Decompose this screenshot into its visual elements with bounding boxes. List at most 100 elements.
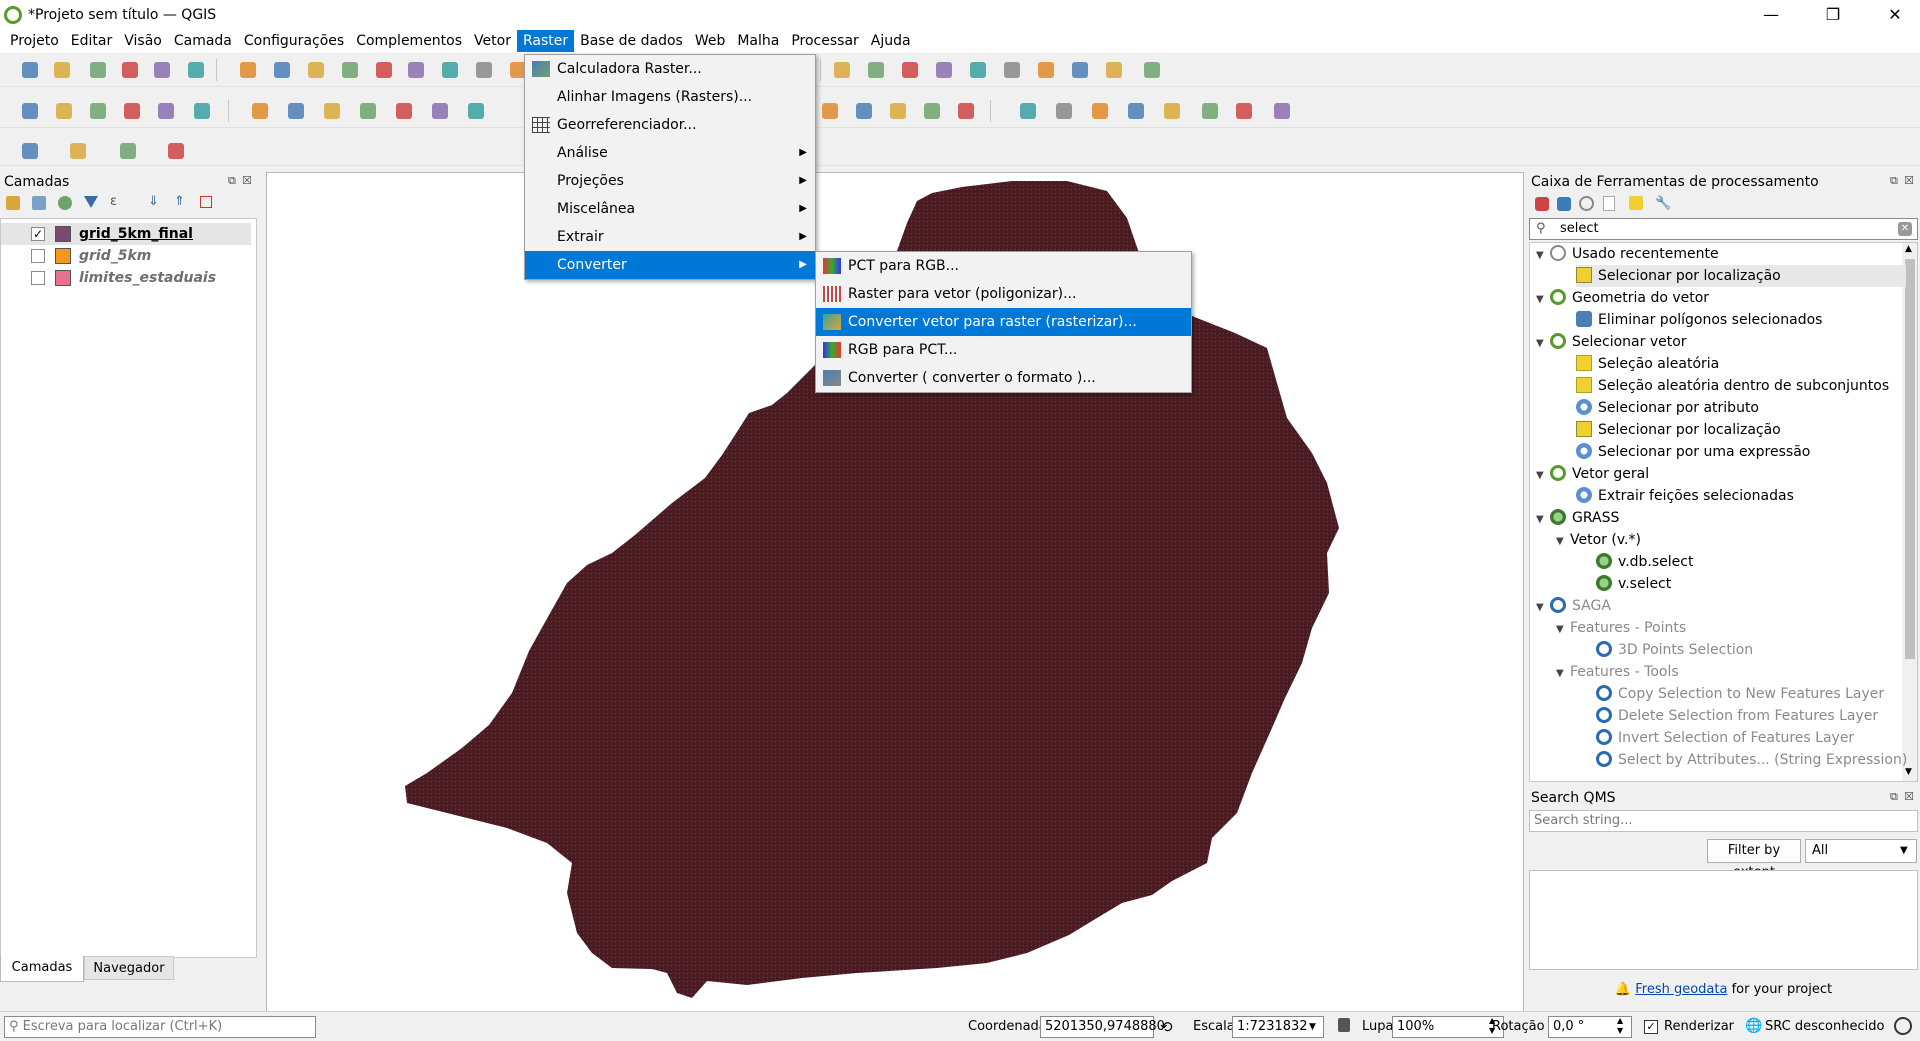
layer-row[interactable]: ✓ grid_5km_final [1, 223, 251, 245]
raster-menu-item-an-lise[interactable]: Análise ▶ [525, 139, 815, 167]
style-manager-button[interactable] [184, 59, 208, 81]
pan-to-selection-button[interactable] [236, 59, 260, 81]
tree-expander-icon[interactable]: ▼ [1536, 597, 1550, 619]
select-features-button[interactable] [18, 140, 42, 162]
menu-projeto[interactable]: Projeto [4, 30, 65, 52]
menu-editar[interactable]: Editar [65, 30, 118, 52]
toolbox-algorithm[interactable]: v.select [1596, 573, 1671, 595]
float-panel-icon[interactable]: ⧉ [228, 174, 236, 188]
raster-menu-item-alinhar-imagens-rasters[interactable]: Alinhar Imagens (Rasters)... [525, 83, 815, 111]
open-project-button[interactable] [50, 59, 74, 81]
menu-complementos[interactable]: Complementos [350, 30, 468, 52]
raster-menu-item-proje-es[interactable]: Projeções ▶ [525, 167, 815, 195]
rotate-label-button[interactable] [920, 100, 944, 122]
filter-by-extent-button[interactable]: Filter by extent [1707, 839, 1801, 880]
add-raster-layer-button[interactable] [52, 100, 76, 122]
qms-search-input[interactable]: Search string... [1529, 810, 1918, 832]
menu-malha[interactable]: Malha [731, 30, 785, 52]
tree-expander-icon[interactable]: ▼ [1536, 333, 1550, 355]
toolbox-scrollbar[interactable]: ▲ ▼ [1902, 243, 1917, 781]
toolbox-group[interactable]: ▼ SAGA [1536, 595, 1611, 617]
print-layout-button[interactable] [118, 59, 142, 81]
toolbox-group[interactable]: ▼ Geometria do vetor [1536, 287, 1709, 309]
copy-features-button[interactable] [464, 100, 488, 122]
show-labels-button[interactable] [852, 100, 876, 122]
style-manager-button[interactable] [1140, 59, 1164, 81]
layout-manager-button[interactable] [1102, 59, 1126, 81]
annotation-button[interactable] [864, 59, 888, 81]
toolbox-group[interactable]: ▼ Vetor geral [1536, 463, 1649, 485]
options-icon[interactable]: 🔧 [1655, 196, 1671, 211]
qms-filter-dropdown[interactable]: All ▼ [1805, 839, 1917, 863]
manage-visibility-icon[interactable] [58, 196, 72, 210]
zoom-full-button[interactable] [338, 59, 362, 81]
toolbox-group[interactable]: ▼ GRASS [1536, 507, 1619, 529]
toolbox-algorithm[interactable]: v.db.select [1596, 551, 1693, 573]
layer-row[interactable]: limites_estaduais [1, 267, 251, 289]
locator-input[interactable]: ⚲ Escreva para localizar (Ctrl+K) [4, 1016, 316, 1038]
toolbox-algorithm[interactable]: ▼ Vetor (v.*) [1556, 529, 1641, 551]
scrollbar-thumb[interactable] [1905, 259, 1915, 659]
open-project-button[interactable] [1000, 59, 1024, 81]
toolbox-algorithm[interactable]: ▼ Features - Tools [1556, 661, 1679, 683]
select-by-value-button[interactable] [66, 140, 90, 162]
layer-row[interactable]: grid_5km [1, 245, 251, 267]
tree-expander-icon[interactable]: ▼ [1536, 465, 1550, 487]
zoom-out-button[interactable] [304, 59, 328, 81]
add-spatialite-button[interactable] [1270, 100, 1294, 122]
new-project-button[interactable] [966, 59, 990, 81]
raster-menu-item-calculadora-raster[interactable]: Calculadora Raster... [525, 55, 815, 83]
move-label-button[interactable] [886, 100, 910, 122]
toolbox-algorithm[interactable]: Extrair feições selecionadas [1576, 485, 1794, 507]
identify-button[interactable] [472, 59, 496, 81]
zoom-in-button[interactable] [270, 59, 294, 81]
add-feature-button[interactable] [320, 100, 344, 122]
close-panel-icon[interactable]: ☒ [1904, 790, 1914, 803]
python-console-button[interactable] [1016, 100, 1040, 122]
converter-menu-item-2[interactable]: Converter vetor para raster (rasterizar)… [816, 308, 1191, 336]
toolbox-algorithm[interactable]: Selecionar por localização [1576, 265, 1906, 287]
menu-camada[interactable]: Camada [168, 30, 238, 52]
raster-menu-item-georreferenciador[interactable]: Georreferenciador... [525, 111, 815, 139]
rotation-field[interactable]: 0,0 ° ▲ ▼ [1548, 1016, 1632, 1038]
layout-manager-button[interactable] [150, 59, 174, 81]
pin-label-button[interactable] [818, 100, 842, 122]
render-checkbox[interactable]: ✓ [1644, 1020, 1658, 1034]
plugin-button[interactable] [1124, 100, 1148, 122]
converter-menu-item-3[interactable]: RGB para PCT... [816, 336, 1191, 364]
converter-menu-item-0[interactable]: PCT para RGB... [816, 252, 1191, 280]
tree-expander-icon[interactable]: ▼ [1536, 509, 1550, 531]
add-group-icon[interactable] [32, 196, 46, 210]
print-layout-button[interactable] [1068, 59, 1092, 81]
expand-all-icon[interactable]: ⇓ [148, 194, 159, 209]
float-panel-icon[interactable]: ⧉ [1890, 790, 1898, 804]
tree-expander-icon[interactable]: ▼ [1536, 245, 1550, 267]
quickmapservices-button[interactable] [954, 100, 978, 122]
zoom-layer-button[interactable] [404, 59, 428, 81]
tab-navegador[interactable]: Navegador [84, 956, 174, 980]
zoom-selection-button[interactable] [372, 59, 396, 81]
history-icon[interactable] [1579, 196, 1594, 211]
magnifier-field[interactable]: 100% ▲ ▼ [1392, 1016, 1504, 1038]
measure-button[interactable] [830, 59, 854, 81]
close-panel-icon[interactable]: ☒ [1904, 174, 1914, 187]
toolbox-algorithm[interactable]: ▼ Features - Points [1556, 617, 1686, 639]
toolbox-algorithm[interactable]: Delete Selection from Features Layer [1596, 705, 1878, 727]
save-project-button[interactable] [86, 59, 110, 81]
expression-filter-icon[interactable]: ε [110, 194, 117, 209]
spin-icon[interactable]: ▲ ▼ [1617, 1016, 1623, 1036]
edit-features-icon[interactable] [1629, 196, 1643, 210]
add-raster-layer-button[interactable] [1198, 100, 1222, 122]
zoom-native-button[interactable] [438, 59, 462, 81]
style-manager-icon[interactable] [6, 196, 20, 210]
close-button[interactable]: ✕ [1872, 0, 1918, 29]
layer-visibility-checkbox[interactable]: ✓ [31, 227, 45, 241]
add-vector-layer-button[interactable] [1160, 100, 1184, 122]
layer-visibility-checkbox[interactable] [31, 249, 45, 263]
delete-selected-button[interactable] [392, 100, 416, 122]
toolbox-algorithm[interactable]: Select by Attributes... (String Expressi… [1596, 749, 1907, 771]
toolbox-algorithm[interactable]: Selecionar por localização [1576, 419, 1781, 441]
crs-label[interactable]: SRC desconhecido [1765, 1016, 1884, 1038]
converter-menu-item-4[interactable]: Converter ( converter o formato )... [816, 364, 1191, 392]
toolbox-group[interactable]: ▼ Usado recentemente [1536, 243, 1719, 265]
